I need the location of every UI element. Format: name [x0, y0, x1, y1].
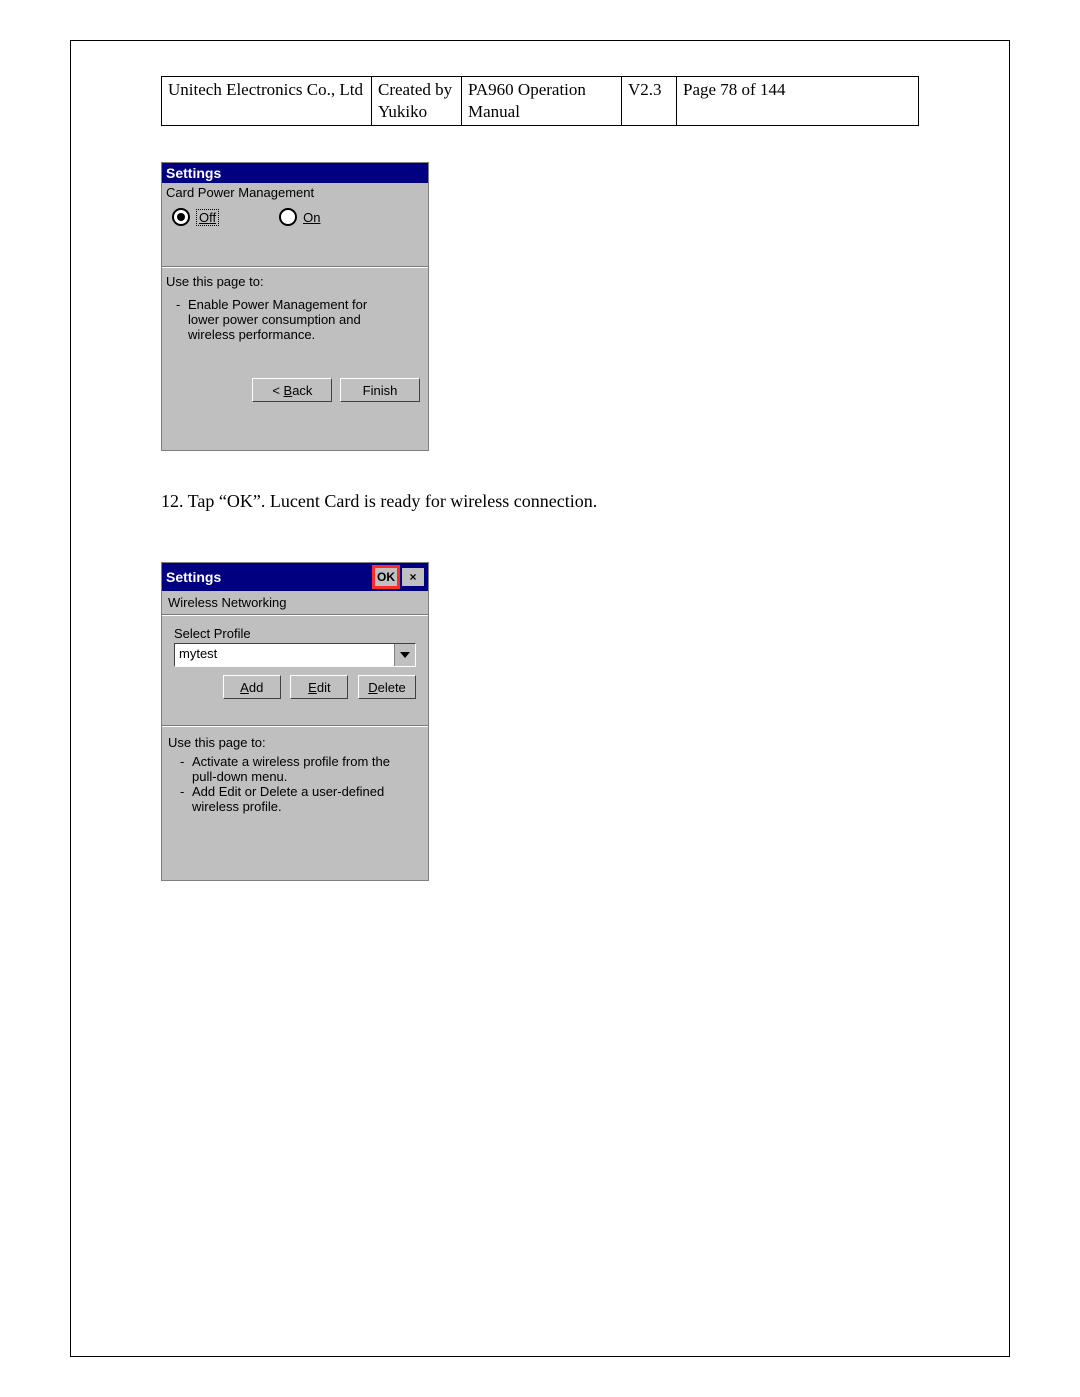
dialog2-titlebar: Settings OK × — [162, 563, 428, 591]
dialog2-subtitle: Wireless Networking — [162, 591, 428, 614]
document-frame: Unitech Electronics Co., Ltd Created by … — [70, 40, 1010, 1357]
hdr-company: Unitech Electronics Co., Ltd — [162, 77, 372, 126]
dialog1-use-this: Use this page to: — [166, 274, 418, 289]
hdr-created: Created by Yukiko — [372, 77, 462, 126]
edit-button[interactable]: Edit — [290, 675, 348, 699]
dialog1-titlebar: Settings — [162, 163, 428, 183]
dialog1-bullet1: Enable Power Management for lower power … — [174, 297, 394, 342]
add-button[interactable]: Add — [223, 675, 281, 699]
settings-dialog-power: Settings Card Power Management Off On Us… — [161, 162, 429, 451]
dialog2-use-this: Use this page to: — [168, 735, 418, 750]
profile-select[interactable]: mytest — [174, 643, 416, 667]
dialog1-subtitle: Card Power Management — [162, 183, 428, 200]
radio-on[interactable]: On — [279, 208, 320, 226]
select-profile-label: Select Profile — [174, 626, 416, 641]
hdr-version: V2.3 — [622, 77, 677, 126]
profile-select-value: mytest — [175, 644, 394, 666]
dialog1-title: Settings — [166, 165, 221, 181]
radio-on-icon — [279, 208, 297, 226]
ok-button[interactable]: OK — [372, 565, 400, 589]
radio-off-icon — [172, 208, 190, 226]
radio-off-label: Off — [199, 210, 216, 225]
dialog2-bullet1: Activate a wireless profile from the pul… — [178, 754, 408, 784]
chevron-down-icon[interactable] — [394, 644, 415, 666]
dialog2-bullet2: Add Edit or Delete a user-defined wirele… — [178, 784, 408, 814]
finish-button[interactable]: Finish — [340, 378, 420, 402]
hdr-page: Page 78 of 144 — [677, 77, 919, 126]
close-icon[interactable]: × — [402, 568, 424, 586]
dialog2-title: Settings — [166, 569, 221, 585]
hdr-manual: PA960 Operation Manual — [462, 77, 622, 126]
settings-dialog-wireless: Settings OK × Wireless Networking Select… — [161, 562, 429, 881]
radio-off[interactable]: Off — [172, 208, 219, 226]
back-button[interactable]: < Back — [252, 378, 332, 402]
delete-button[interactable]: Delete — [358, 675, 416, 699]
radio-on-label: On — [303, 210, 320, 225]
document-header-table: Unitech Electronics Co., Ltd Created by … — [161, 76, 919, 126]
step-12-text: 12. Tap “OK”. Lucent Card is ready for w… — [161, 491, 919, 512]
